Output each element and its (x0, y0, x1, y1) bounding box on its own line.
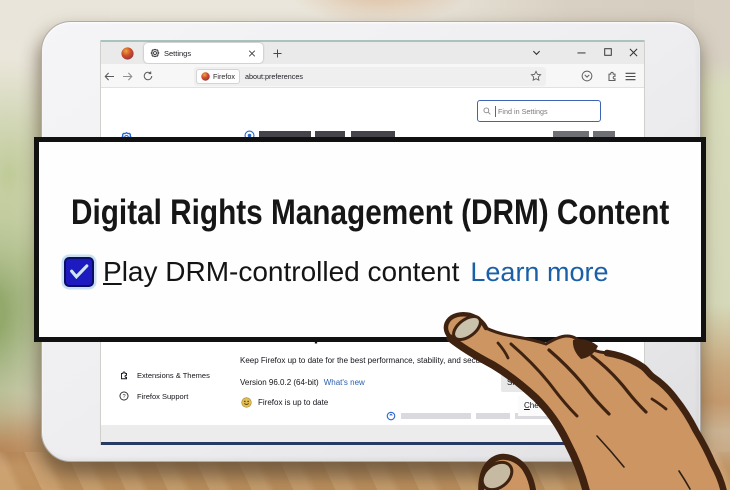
bookmark-star-icon[interactable] (530, 70, 542, 84)
label-rest: heck for updates (529, 401, 589, 410)
learn-more-link[interactable]: Learn more (470, 257, 608, 288)
window-close-button[interactable] (627, 42, 639, 62)
drm-checkbox-label: Play DRM-controlled content (103, 256, 459, 288)
version-text: Version 96.0.2 (64-bit) (240, 378, 319, 387)
gear-icon (150, 48, 160, 58)
icon-glyph (576, 51, 586, 53)
faded-text-bar (401, 413, 471, 419)
svg-text:?: ? (122, 394, 125, 400)
icon-glyph (530, 70, 542, 82)
drm-zoom-callout: Digital Rights Management (DRM) Content … (34, 137, 706, 342)
sidebar-item-extensions-themes[interactable]: Extensions & Themes (119, 370, 210, 380)
icon-glyph (143, 71, 153, 81)
icon-glyph (608, 71, 616, 82)
drm-checkbox[interactable] (64, 257, 94, 287)
question-icon: ? (119, 391, 129, 401)
drm-heading: Digital Rights Management (DRM) Content (71, 193, 670, 232)
puzzle-icon (121, 371, 127, 380)
faded-text-bar (476, 413, 510, 419)
window-bottom-strip (101, 425, 644, 445)
check-for-updates-button[interactable]: Check for updates (518, 396, 595, 416)
back-button[interactable] (101, 64, 117, 88)
updates-description: Keep Firefox up to date for the best per… (240, 356, 493, 365)
extensions-puzzle-icon[interactable] (604, 64, 620, 88)
find-in-settings-input[interactable]: Find in Settings (477, 100, 601, 122)
icon-glyph (625, 72, 635, 80)
show-update-history-button[interactable]: Show Update History (501, 373, 589, 392)
new-tab-button[interactable] (268, 44, 286, 62)
sidebar-item-label: Extensions & Themes (137, 370, 210, 380)
tab-list-chevron-icon[interactable] (530, 42, 542, 62)
text-caret (495, 105, 496, 117)
url-bar[interactable]: Firefox about:preferences (194, 67, 546, 86)
find-placeholder: Find in Settings (498, 106, 548, 116)
version-row: Version 96.0.2 (64-bit) What's new (240, 378, 365, 387)
hamburger-menu-icon[interactable] (622, 64, 638, 88)
plus-icon (272, 48, 282, 58)
maximize-button[interactable] (602, 42, 614, 62)
reload-button[interactable] (140, 64, 156, 88)
whats-new-link[interactable]: What's new (324, 378, 365, 387)
label-rest: lay DRM-controlled content (121, 256, 460, 287)
update-status-text: Firefox is up to date (258, 398, 329, 407)
icon-glyph (122, 72, 132, 80)
sidebar-item-firefox-support[interactable]: ? Firefox Support (119, 391, 188, 401)
pocket-icon[interactable] (579, 64, 595, 88)
icon-glyph (104, 72, 114, 80)
minimize-button[interactable] (575, 42, 587, 62)
icon-glyph (532, 50, 540, 55)
firefox-logo (121, 47, 134, 60)
url-text: about:preferences (244, 72, 303, 81)
tab-title: Settings (164, 48, 192, 58)
icon-glyph (604, 48, 612, 56)
refresh-icon (386, 411, 396, 421)
tab-close-icon[interactable] (247, 49, 257, 57)
sidebar-item-label: Firefox Support (137, 391, 189, 401)
icon-glyph (629, 48, 637, 56)
firefox-logo (201, 72, 210, 81)
drm-checkbox-row: Play DRM-controlled content Learn more (64, 256, 608, 288)
update-status-row: Firefox is up to date (241, 397, 328, 408)
forward-button[interactable] (119, 64, 135, 88)
checkmark-icon (70, 264, 89, 280)
accesskey-letter: P (103, 256, 122, 287)
chip-label: Firefox (213, 72, 235, 81)
search-icon (483, 107, 491, 115)
smiley-icon (241, 397, 252, 408)
window-top-edge (101, 40, 644, 42)
tab-settings[interactable]: Settings (144, 43, 263, 63)
icon-glyph (581, 70, 593, 82)
site-identity-chip[interactable]: Firefox (196, 69, 240, 84)
